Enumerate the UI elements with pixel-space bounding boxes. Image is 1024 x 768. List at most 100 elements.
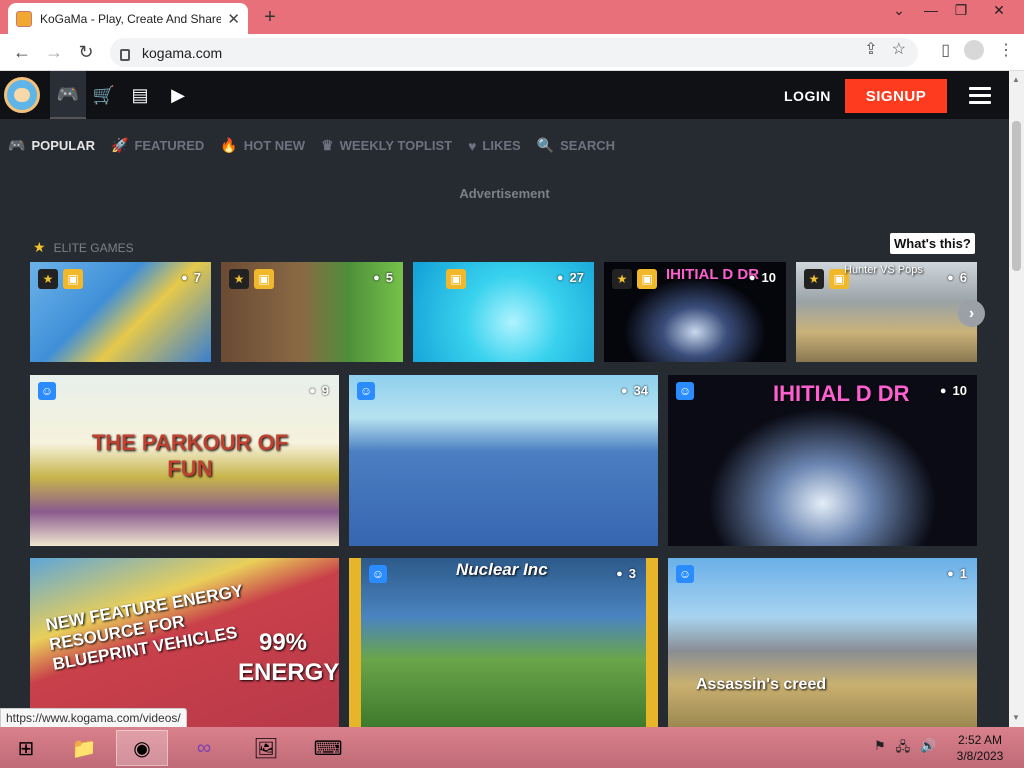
minimize-button[interactable]: —	[916, 2, 946, 18]
game-title-art: IHITIAL D DR	[666, 266, 760, 283]
tab-close-icon[interactable]: ✕	[227, 10, 240, 28]
player-count: 9	[321, 383, 329, 398]
windows-taskbar: ⊞ 📁 ◉ ∞ 🖼 ⌨ ⚑ 🖧 🔊 2:52 AM 3/8/2023	[0, 727, 1024, 768]
kogama-page: 🎮 🛒 ▤ ▶ LOGIN SIGNUP 🎮 POPULAR 🚀 FEATURED …	[0, 71, 1009, 727]
smiley-icon: ☺	[38, 382, 56, 400]
scrollbar-thumb[interactable]	[1012, 121, 1021, 271]
gamepad-icon: 🎮	[8, 137, 26, 153]
energy-text: 99% ENERGY	[238, 629, 339, 686]
heart-icon: ♥	[468, 137, 477, 154]
game-title-art: Nuclear Inc	[456, 560, 548, 579]
reload-icon[interactable]: ↻	[76, 42, 96, 63]
tab-title: KoGaMa - Play, Create And Share	[40, 11, 222, 26]
gift-icon: ▣	[637, 269, 657, 289]
menu-kebab-icon[interactable]: ⋮	[998, 40, 1014, 60]
tab-weekly-toplist[interactable]: ♛ WEEKLY TOPLIST	[321, 137, 452, 154]
carousel-next-arrow-icon[interactable]: ›	[958, 300, 985, 327]
game-title-art: Hunter VS Pops	[844, 264, 923, 276]
close-window-button[interactable]: ✕	[984, 2, 1014, 19]
kogama-logo[interactable]	[4, 77, 40, 113]
game-card[interactable]: NEW FEATURE ENERGY RESOURCE FOR BLUEPRIN…	[30, 558, 339, 727]
clock-time: 2:52 AM	[957, 733, 1003, 747]
player-icon: ●	[181, 271, 188, 284]
elite-game-card[interactable]: ★ ▣ ● 5	[221, 262, 403, 362]
smiley-icon: ☺	[676, 565, 694, 583]
new-tab-button[interactable]: +	[260, 6, 280, 29]
youtube-icon[interactable]: ▶	[160, 71, 196, 119]
star-icon: ★	[33, 239, 46, 255]
chrome-icon[interactable]: ◉	[116, 730, 168, 766]
player-icon: ●	[616, 567, 623, 580]
game-title-art: THE PARKOUR OF FUN	[91, 430, 289, 481]
network-icon[interactable]: 🖧	[896, 738, 911, 760]
tab-search-chevron-icon[interactable]: ⌄	[884, 2, 914, 19]
url-bar[interactable]: kogama.com	[110, 38, 918, 67]
elite-star-icon	[421, 269, 441, 289]
elite-star-icon: ★	[612, 269, 632, 289]
windows-start-icon[interactable]: ⊞	[0, 730, 52, 766]
photo-viewer-icon[interactable]: 🖼	[240, 730, 292, 766]
fire-icon: 🔥	[220, 137, 238, 153]
elite-game-card[interactable]: ★ ▣ Hunter VS Pops ● 6	[796, 262, 977, 362]
signup-button[interactable]: SIGNUP	[845, 79, 947, 113]
clock-date: 3/8/2023	[956, 749, 1004, 763]
shop-cart-icon[interactable]: 🛒	[86, 71, 122, 119]
forward-arrow-icon[interactable]: →	[44, 42, 64, 63]
player-count: 1	[959, 566, 967, 581]
page-scrollbar[interactable]: ▲ ▼	[1009, 71, 1024, 727]
elite-game-card[interactable]: ▣ ● 27	[413, 262, 594, 362]
player-count: 3	[628, 566, 636, 581]
file-explorer-icon[interactable]: 📁	[58, 730, 110, 766]
tab-likes[interactable]: ♥ LIKES	[468, 137, 521, 154]
login-link[interactable]: LOGIN	[784, 88, 831, 104]
share-icon[interactable]: ⇪	[864, 39, 877, 59]
flag-icon[interactable]: ⚑	[874, 738, 886, 760]
system-clock[interactable]: 2:52 AM 3/8/2023	[950, 732, 1010, 764]
news-icon[interactable]: ▤	[122, 71, 158, 119]
gift-icon: ▣	[63, 269, 83, 289]
game-card[interactable]: ☺ THE PARKOUR OF FUN ● 9	[30, 375, 339, 546]
game-title-art: IHITIAL D DR	[773, 381, 910, 406]
keyboard-app-icon[interactable]: ⌨	[302, 730, 354, 766]
back-arrow-icon[interactable]: ←	[12, 42, 32, 63]
player-count: 6	[959, 270, 967, 285]
player-count: 10	[761, 270, 776, 285]
game-card[interactable]: ☺ Nuclear Inc ● 3	[349, 558, 658, 727]
elite-star-icon: ★	[229, 269, 249, 289]
games-gamepad-icon[interactable]: 🎮	[50, 71, 86, 119]
search-icon: 🔍	[536, 137, 555, 153]
smiley-icon: ☺	[369, 565, 387, 583]
elite-games-heading: ★ ELITE GAMES	[33, 239, 134, 255]
rocket-icon: 🚀	[111, 137, 129, 153]
tab-featured[interactable]: 🚀 FEATURED	[111, 137, 204, 154]
side-panel-icon[interactable]: ▯	[941, 40, 950, 60]
address-toolbar: ← → ↻ kogama.com ⇪ ☆ ▯ ⋮	[0, 34, 1024, 71]
browser-titlebar: KoGaMa - Play, Create And Share ✕ + ⌄ — …	[0, 0, 1024, 34]
hamburger-menu-icon[interactable]	[969, 87, 991, 105]
bookmark-star-icon[interactable]: ☆	[892, 39, 906, 59]
profile-avatar[interactable]	[964, 40, 984, 60]
elite-game-card[interactable]: ★ ▣ IHITIAL D DR ● 10	[604, 262, 786, 362]
game-title-art: Assassin's creed	[696, 676, 827, 693]
restore-button[interactable]: ❐	[946, 2, 976, 19]
player-icon: ●	[947, 271, 954, 284]
tab-hot-new[interactable]: 🔥 HOT NEW	[220, 137, 305, 154]
crown-icon: ♛	[321, 137, 334, 153]
gift-icon: ▣	[446, 269, 466, 289]
url-text: kogama.com	[142, 44, 223, 61]
game-card[interactable]: ☺ Assassin's creed ● 1	[668, 558, 977, 727]
scroll-up-icon[interactable]: ▲	[1012, 75, 1020, 84]
tab-search[interactable]: 🔍 SEARCH	[537, 137, 615, 154]
browser-tab[interactable]: KoGaMa - Play, Create And Share ✕	[8, 3, 248, 34]
whats-this-button[interactable]: What's this?	[890, 233, 975, 254]
tab-popular[interactable]: 🎮 POPULAR	[8, 137, 95, 154]
gift-icon: ▣	[254, 269, 274, 289]
volume-icon[interactable]: 🔊	[920, 738, 936, 760]
elite-game-card[interactable]: ★ ▣ ● 7	[30, 262, 211, 362]
scroll-down-icon[interactable]: ▼	[1012, 713, 1020, 722]
visual-studio-icon[interactable]: ∞	[178, 730, 230, 766]
smiley-icon: ☺	[357, 382, 375, 400]
game-card[interactable]: ☺ ● 34	[349, 375, 658, 546]
game-card[interactable]: ☺ IHITIAL D DR ● 10	[668, 375, 977, 546]
player-icon: ●	[556, 271, 564, 284]
